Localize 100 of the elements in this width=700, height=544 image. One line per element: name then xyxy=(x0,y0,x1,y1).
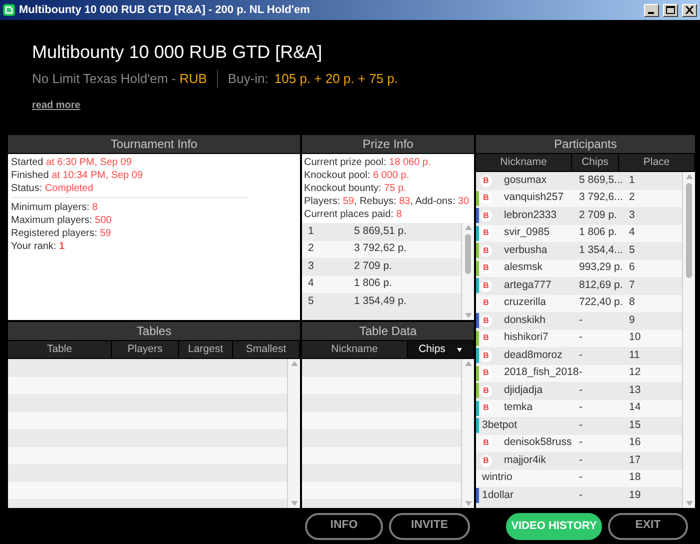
participant-row[interactable]: B alesmsk 993,29 р. 6 xyxy=(476,260,682,277)
chips-cell-text: 5 869,5... xyxy=(579,172,624,188)
bounty-badge: B xyxy=(480,367,492,380)
bounty-badge: B xyxy=(480,262,492,274)
scroll-thumb[interactable] xyxy=(465,234,471,274)
prize-cell-text: 5 869,51 р. xyxy=(354,224,407,239)
column-header[interactable]: Nickname xyxy=(476,154,572,171)
nickname-cell-text: vanquish257 xyxy=(504,190,565,206)
table-row[interactable] xyxy=(8,446,287,464)
chips-cell-text: - xyxy=(579,418,584,433)
table-row[interactable] xyxy=(8,464,287,482)
scrollbar[interactable] xyxy=(682,172,695,508)
maximize-button[interactable] xyxy=(663,4,678,16)
scroll-up-icon[interactable] xyxy=(686,174,692,179)
scroll-up-icon[interactable] xyxy=(290,361,298,366)
participant-row[interactable]: B artega777 812,69 р. 7 xyxy=(476,277,682,294)
action-button[interactable]: INFO xyxy=(305,512,383,540)
info-label: Minimum players: xyxy=(11,202,90,213)
participant-row[interactable]: 3betpot - 15 xyxy=(476,417,682,434)
scrollbar[interactable] xyxy=(461,223,474,320)
action-button[interactable]: INVITE xyxy=(389,512,470,540)
participant-row[interactable]: B gosumax 5 869,5... 1 xyxy=(476,172,682,190)
sort-caret-icon xyxy=(457,348,462,352)
table-row[interactable] xyxy=(302,394,461,412)
place-cell-text: 7 xyxy=(628,278,635,293)
column-header[interactable]: Smallest xyxy=(233,341,300,358)
prize-cell-text: 2 709 р. xyxy=(354,258,392,274)
bounty-badge: B xyxy=(480,454,492,467)
participant-row[interactable]: B donskikh - 9 xyxy=(476,312,682,330)
column-header[interactable]: Chips xyxy=(572,154,619,171)
participant-row[interactable]: B djidjadja - 13 xyxy=(476,382,682,400)
table-row[interactable] xyxy=(8,376,287,394)
place-cell-text: 12 xyxy=(628,365,641,380)
bounty-badge: B xyxy=(480,297,492,310)
bounty-badge: B xyxy=(480,210,492,222)
participant-row[interactable]: wintrio - 18 xyxy=(476,470,682,487)
table-row[interactable] xyxy=(302,429,461,446)
panel-header: Table Data xyxy=(302,322,474,341)
table-row[interactable] xyxy=(302,482,461,499)
table-row[interactable] xyxy=(302,446,461,464)
bounty-badge: B xyxy=(480,437,492,450)
scrollbar[interactable] xyxy=(461,359,474,508)
info-label: , Rebuys: xyxy=(354,196,396,207)
scroll-down-icon[interactable] xyxy=(464,313,472,318)
scroll-down-icon[interactable] xyxy=(464,501,472,506)
participant-row[interactable]: B denisok58russ - 16 xyxy=(476,434,682,452)
app-icon xyxy=(3,4,15,16)
info-label: Players: xyxy=(304,196,340,207)
table-row[interactable] xyxy=(8,394,287,412)
table-row[interactable] xyxy=(8,429,287,446)
participant-row[interactable]: B vanquish257 3 792,6... 2 xyxy=(476,190,682,207)
scroll-thumb[interactable] xyxy=(686,183,692,278)
chips-cell-text: - xyxy=(579,400,584,416)
scroll-up-icon[interactable] xyxy=(464,361,472,366)
table-row[interactable] xyxy=(8,482,287,499)
chips-cell-text: - xyxy=(579,488,584,503)
participant-row[interactable]: B svir_0985 1 806 р. 4 xyxy=(476,224,682,242)
scroll-up-icon[interactable] xyxy=(464,225,472,230)
participant-row[interactable]: B 2018_fish_2018- 12 xyxy=(476,364,682,382)
chips-cell-text: - xyxy=(579,452,584,468)
column-header[interactable]: Chips xyxy=(408,341,474,358)
table-row[interactable] xyxy=(302,359,461,376)
place-cell-text: 4 xyxy=(307,276,315,292)
participant-row[interactable]: 1dollar - 19 xyxy=(476,487,682,504)
table-row[interactable] xyxy=(302,412,461,429)
chips-cell-text: - xyxy=(579,435,584,450)
scroll-down-icon[interactable] xyxy=(686,501,692,506)
table-row[interactable] xyxy=(8,412,287,429)
minimize-button[interactable] xyxy=(644,4,659,16)
table-row[interactable] xyxy=(302,464,461,482)
participant-row[interactable]: B verbusha 1 354,4... 5 xyxy=(476,242,682,260)
scrollbar[interactable] xyxy=(287,359,300,508)
place-cell-text: 9 xyxy=(628,312,635,328)
participant-row[interactable]: B cruzerilla 722,40 р. 8 xyxy=(476,294,682,312)
chips-cell-text: 1 806 р. xyxy=(579,225,618,240)
read-more-link[interactable]: read more xyxy=(32,98,80,113)
table-row[interactable] xyxy=(302,376,461,394)
column-header[interactable]: Table xyxy=(8,341,112,358)
place-cell-text: 15 xyxy=(628,418,641,433)
chips-cell-text: 722,40 р. xyxy=(579,295,624,310)
scroll-down-icon[interactable] xyxy=(290,501,298,506)
bounty-badge: B xyxy=(480,174,492,187)
chips-cell-text: 3 792,6... xyxy=(579,190,624,206)
close-button[interactable] xyxy=(682,4,697,16)
action-button[interactable]: EXIT xyxy=(608,512,688,540)
info-value: 59 xyxy=(100,228,112,239)
column-header[interactable]: Players xyxy=(112,341,179,358)
table-row[interactable] xyxy=(8,359,287,376)
window-title: Multibounty 10 000 RUB GTD [R&A] - 200 р. NL Hold'em xyxy=(19,2,311,18)
participant-row[interactable]: B temka - 14 xyxy=(476,400,682,417)
info-label: Finished xyxy=(11,170,49,181)
column-header[interactable]: Largest xyxy=(179,341,233,358)
participant-row[interactable]: B hishikori7 - 10 xyxy=(476,330,682,347)
nickname-cell-text: alesmsk xyxy=(504,260,544,276)
nickname-cell-text: denisok58russ xyxy=(504,435,573,450)
participant-row[interactable]: B majjor4ik - 17 xyxy=(476,452,682,470)
participant-row[interactable]: B dead8moroz - 11 xyxy=(476,347,682,364)
column-header[interactable]: Place xyxy=(619,154,695,171)
participant-row[interactable]: B lebron2333 2 709 р. 3 xyxy=(476,207,682,224)
nickname-cell-text: wintrio xyxy=(481,470,514,486)
